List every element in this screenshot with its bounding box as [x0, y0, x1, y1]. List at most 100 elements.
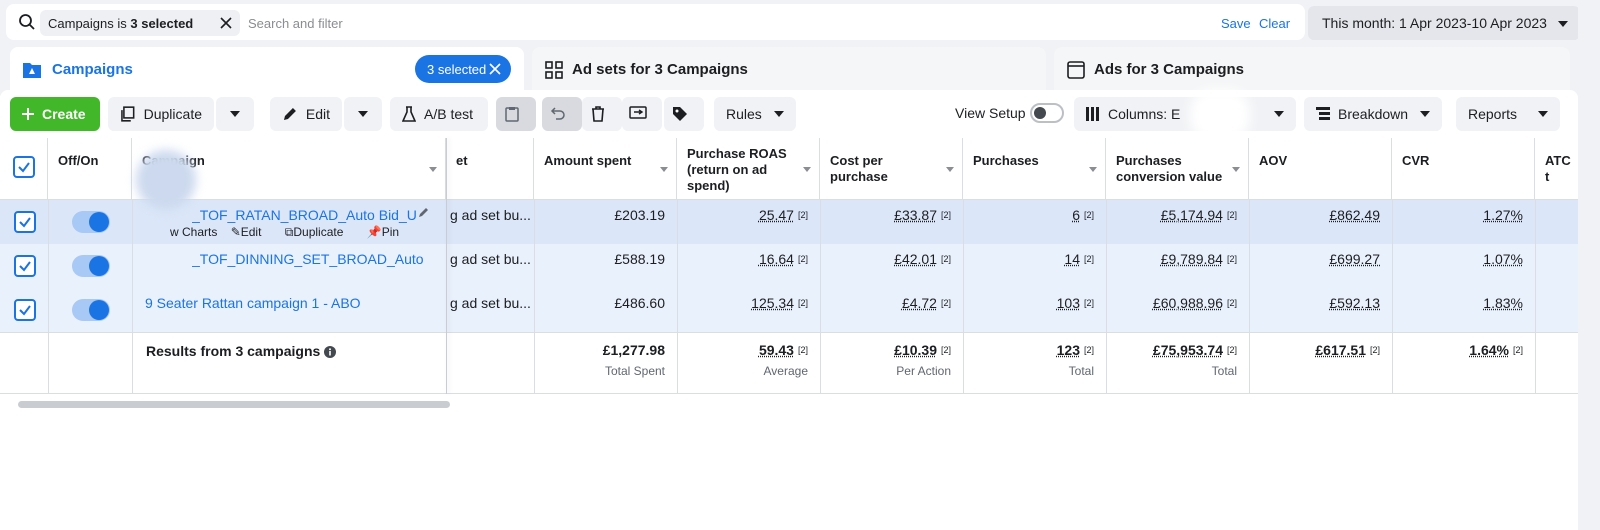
total-pcv-value[interactable]: £75,953.74 [1153, 342, 1223, 358]
clipboard-button[interactable] [496, 97, 536, 131]
aov-cell[interactable]: £699.27 [1329, 251, 1380, 267]
footnote-mark: [2] [940, 254, 951, 264]
total-amount-value: £1,277.98 [602, 342, 665, 358]
columns-button[interactable]: Columns: E [1074, 97, 1296, 131]
breakdown-button[interactable]: Breakdown [1304, 97, 1442, 131]
row-checkbox[interactable] [14, 255, 36, 277]
tag-button[interactable] [664, 97, 704, 131]
header-bid-strategy[interactable]: et [446, 138, 534, 200]
header-purchases-conversion-value[interactable]: Purchases conversion value [1106, 138, 1249, 200]
header-amount-spent[interactable]: Amount spent [534, 138, 677, 200]
tab-campaigns[interactable]: Campaigns 3 selected [10, 47, 524, 93]
selected-count-pill[interactable]: 3 selected [415, 55, 511, 83]
header-atc[interactable]: ATC t [1535, 138, 1578, 200]
campaign-toggle[interactable] [72, 211, 110, 233]
roas-cell[interactable]: 125.34 [751, 295, 794, 311]
check-icon [18, 162, 30, 173]
redaction-blur [1190, 90, 1250, 140]
campaign-name-link[interactable]: _TOF_DINNING_SET_BROAD_Auto Bid... [192, 251, 428, 267]
filter-chip[interactable]: Campaigns is 3 selected [40, 10, 240, 36]
table-row[interactable]: _TOF_RATAN_BROAD_Auto Bid_UK_... w Chart… [0, 200, 1578, 244]
rules-button[interactable]: Rules [714, 97, 796, 131]
duplicate-button[interactable]: Duplicate [108, 97, 214, 131]
window-edge [1578, 0, 1600, 530]
roas-cell[interactable]: 25.47 [759, 207, 794, 223]
total-cvr-value[interactable]: 1.64% [1469, 342, 1509, 358]
footnote-mark: [2] [1369, 345, 1380, 355]
cvr-cell[interactable]: 1.83% [1483, 295, 1523, 311]
header-offon[interactable]: Off/On [48, 138, 132, 200]
campaign-name-link[interactable]: _TOF_RATAN_BROAD_Auto Bid_UK_... [192, 207, 418, 223]
view-charts-link[interactable]: w Charts [170, 225, 217, 239]
pencil-icon[interactable] [418, 206, 430, 218]
cost-per-purchase-cell[interactable]: £42.01 [894, 251, 937, 267]
header-cost-per-purchase[interactable]: Cost per purchase [820, 138, 963, 200]
header-amount-label: Amount spent [544, 153, 632, 168]
campaign-toggle[interactable] [72, 255, 110, 277]
table-row[interactable]: 9 Seater Rattan campaign 1 - ABO g ad se… [0, 288, 1578, 332]
edit-menu-button[interactable] [344, 97, 382, 131]
undo-button[interactable] [542, 97, 582, 131]
campaigns-panel: Create Duplicate Edit A/B test Rules Vie… [0, 90, 1578, 530]
purchases-cell[interactable]: 6 [1072, 207, 1080, 223]
cost-per-purchase-cell[interactable]: £33.87 [894, 207, 937, 223]
clear-filter-link[interactable]: Clear [1259, 16, 1290, 31]
conversion-value-cell[interactable]: £60,988.96 [1153, 295, 1223, 311]
total-cpp-value[interactable]: £10.39 [894, 342, 937, 358]
campaign-name-link[interactable]: 9 Seater Rattan campaign 1 - ABO [145, 295, 361, 311]
totals-label: Results from 3 campaigns [146, 343, 337, 359]
filter-chip-value: 3 selected [130, 16, 194, 31]
duplicate-label: Duplicate [143, 106, 202, 122]
tab-ad-sets[interactable]: Ad sets for 3 Campaigns [532, 47, 1046, 93]
view-setup-toggle[interactable] [1030, 103, 1064, 123]
chevron-down-icon [1538, 111, 1548, 117]
select-all-checkbox[interactable] [13, 156, 35, 178]
tab-ads[interactable]: Ads for 3 Campaigns [1054, 47, 1570, 93]
header-purchase-roas[interactable]: Purchase ROAS (return on ad spend) [677, 138, 820, 200]
frozen-column-edge [446, 138, 447, 394]
sort-icon [429, 167, 437, 172]
duplicate-menu-button[interactable] [216, 97, 254, 131]
columns-label: Columns: E [1108, 106, 1181, 122]
roas-cell[interactable]: 16.64 [759, 251, 794, 267]
campaign-toggle[interactable] [72, 299, 110, 321]
ab-test-button[interactable]: A/B test [390, 97, 488, 131]
preview-button[interactable] [622, 97, 662, 131]
edit-button[interactable]: Edit [270, 97, 342, 131]
chevron-down-icon [1420, 111, 1430, 117]
search-input[interactable]: Search and filter [248, 16, 343, 31]
conversion-value-cell[interactable]: £9,789.84 [1161, 251, 1223, 267]
header-cvr[interactable]: CVR [1392, 138, 1535, 200]
create-button[interactable]: Create [10, 97, 100, 131]
row-checkbox[interactable] [14, 211, 36, 233]
reports-button[interactable]: Reports [1456, 97, 1560, 131]
close-icon[interactable] [218, 15, 234, 31]
row-checkbox[interactable] [14, 299, 36, 321]
footnote-mark: [2] [1226, 254, 1237, 264]
horizontal-scrollbar[interactable] [18, 401, 450, 408]
header-purchases[interactable]: Purchases [963, 138, 1106, 200]
cost-per-purchase-cell[interactable]: £4.72 [902, 295, 937, 311]
bid-strategy-cell: g ad set bu... [450, 251, 531, 267]
close-icon[interactable] [489, 63, 501, 75]
aov-cell[interactable]: £592.13 [1329, 295, 1380, 311]
total-purchases-value[interactable]: 123 [1057, 342, 1080, 358]
delete-button[interactable] [582, 97, 622, 131]
aov-cell[interactable]: £862.49 [1329, 207, 1380, 223]
total-amount-spent: £1,277.98 Total Spent [534, 333, 677, 393]
total-aov-value[interactable]: £617.51 [1315, 342, 1366, 358]
table-row[interactable]: _TOF_DINNING_SET_BROAD_Auto Bid... g ad … [0, 244, 1578, 288]
header-aov[interactable]: AOV [1249, 138, 1392, 200]
row-pin-link[interactable]: 📌Pin [367, 225, 409, 239]
date-range-picker[interactable]: This month: 1 Apr 2023-10 Apr 2023 [1308, 6, 1580, 40]
cvr-cell[interactable]: 1.07% [1483, 251, 1523, 267]
info-icon[interactable] [324, 346, 337, 358]
save-filter-link[interactable]: Save [1221, 16, 1251, 31]
purchases-cell[interactable]: 103 [1057, 295, 1080, 311]
purchases-cell[interactable]: 14 [1064, 251, 1080, 267]
row-edit-link[interactable]: ✎Edit [231, 225, 272, 239]
row-duplicate-link[interactable]: ⧉Duplicate [285, 225, 354, 239]
cvr-cell[interactable]: 1.27% [1483, 207, 1523, 223]
conversion-value-cell[interactable]: £5,174.94 [1161, 207, 1223, 223]
total-roas-value[interactable]: 59.43 [759, 342, 794, 358]
